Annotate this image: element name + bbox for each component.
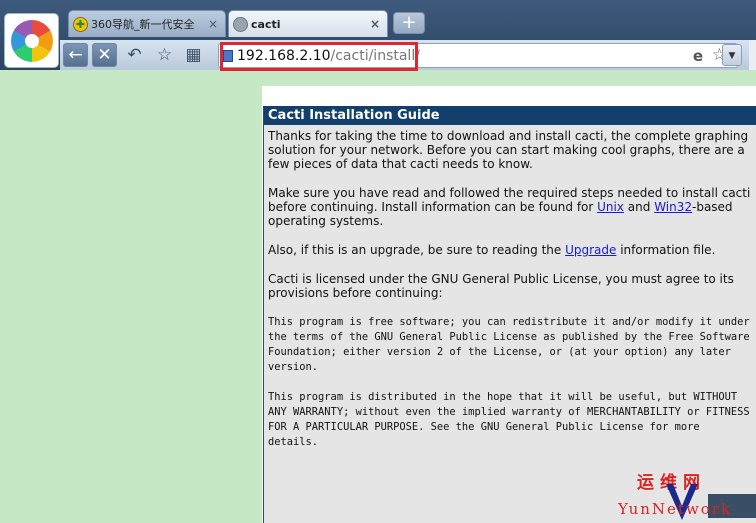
apps-grid-button[interactable]: ▦ bbox=[181, 43, 206, 67]
tab-360-nav[interactable]: ✚ 360导航_新一代安全 × bbox=[68, 10, 226, 37]
browser-chrome: ✚ 360导航_新一代安全 × cacti × + ← ✕ ↶ ☆ ▦ 192.… bbox=[0, 0, 756, 70]
navigation-toolbar: ← ✕ ↶ ☆ ▦ 192.168.2.10/cacti/install/ e … bbox=[60, 40, 756, 70]
address-bar[interactable]: 192.168.2.10/cacti/install/ e ☆ bbox=[218, 43, 738, 68]
new-tab-button[interactable]: + bbox=[393, 12, 425, 34]
upgrade-paragraph: Also, if this is an upgrade, be sure to … bbox=[268, 243, 753, 257]
win32-link[interactable]: Win32 bbox=[654, 200, 692, 214]
web-page: Cacti Installation Guide Thanks for taki… bbox=[262, 86, 756, 523]
undo-button[interactable]: ↶ bbox=[122, 43, 147, 67]
install-guide-panel: Cacti Installation Guide Thanks for taki… bbox=[263, 106, 756, 523]
upgrade-text: Also, if this is an upgrade, be sure to … bbox=[268, 243, 566, 257]
url-path: /cacti/install/ bbox=[330, 48, 420, 64]
upgrade-link[interactable]: Upgrade bbox=[565, 243, 616, 257]
license-intro-paragraph: Cacti is licensed under the GNU General … bbox=[268, 272, 734, 300]
upgrade-suffix: information file. bbox=[616, 243, 716, 257]
toolbar-edge bbox=[749, 40, 756, 70]
url-host: 192.168.2.10 bbox=[237, 48, 331, 64]
tab-cacti[interactable]: cacti × bbox=[228, 10, 388, 37]
and-text: and bbox=[623, 200, 655, 214]
page-icon bbox=[223, 50, 233, 62]
stop-button[interactable]: ✕ bbox=[92, 43, 117, 67]
tab-title: 360导航_新一代安全 bbox=[91, 18, 195, 31]
back-button[interactable]: ← bbox=[63, 43, 88, 67]
tab-close-icon[interactable]: × bbox=[207, 17, 219, 31]
tab-close-icon[interactable]: × bbox=[369, 17, 381, 31]
license-text-2: This program is distributed in the hope … bbox=[268, 391, 750, 448]
license-text-1: This program is free software; you can r… bbox=[268, 316, 750, 373]
tab-title: cacti bbox=[251, 17, 281, 31]
prerequisites-paragraph: Make sure you have read and followed the… bbox=[268, 186, 753, 228]
browser-logo-icon[interactable] bbox=[4, 13, 59, 68]
panel-content: Thanks for taking the time to download a… bbox=[264, 125, 756, 450]
panel-title: Cacti Installation Guide bbox=[264, 106, 756, 125]
compat-mode-icon[interactable]: e bbox=[693, 47, 703, 65]
address-dropdown-button[interactable]: ▼ bbox=[722, 44, 742, 66]
intro-paragraph: Thanks for taking the time to download a… bbox=[268, 129, 749, 171]
360-favicon-icon: ✚ bbox=[73, 16, 88, 32]
cacti-favicon-icon bbox=[233, 16, 248, 32]
favorites-star-button[interactable]: ☆ bbox=[152, 43, 177, 67]
address-url[interactable]: 192.168.2.10/cacti/install/ bbox=[237, 48, 420, 64]
unix-link[interactable]: Unix bbox=[597, 200, 624, 214]
